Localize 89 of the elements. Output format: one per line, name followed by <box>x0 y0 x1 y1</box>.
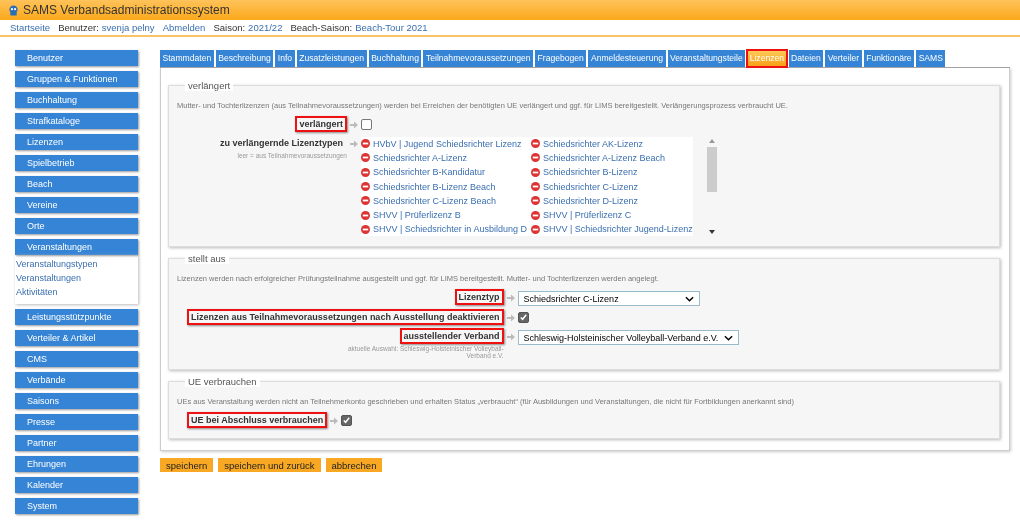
field-label: Lizenztyp <box>454 289 504 306</box>
sidebar-item[interactable]: Verbände <box>15 372 138 388</box>
tab[interactable]: Veranstaltungsteile <box>667 50 746 67</box>
sidebar-item[interactable]: Buchhaltung <box>15 92 138 108</box>
sidebar-item[interactable]: Orte <box>15 218 138 234</box>
field-label: verlängert <box>295 116 347 132</box>
checkbox[interactable] <box>517 312 529 324</box>
remove-icon[interactable] <box>361 167 370 177</box>
arrow-icon <box>506 294 515 303</box>
chevron-down-icon <box>684 295 694 302</box>
field-label: Lizenzen aus Teilnahmevoraussetzungen nach Ausstellung deaktivieren <box>187 309 504 326</box>
field-label: ausstellender Verband <box>399 328 504 345</box>
nav-label: Beach-Saison: <box>290 22 353 33</box>
tab[interactable]: Buchhaltung <box>368 50 422 67</box>
remove-icon[interactable] <box>530 139 540 149</box>
nav-link[interactable]: Beach-Tour 2021 <box>355 22 428 33</box>
sidebar-item[interactable]: Lizenzen <box>15 134 138 150</box>
action-button[interactable]: speichern und zurück <box>218 458 321 472</box>
checkbox[interactable] <box>361 119 372 130</box>
sidebar-item[interactable]: Benutzer <box>15 50 138 66</box>
sidebar-item[interactable]: Strafkataloge <box>15 113 138 129</box>
remove-icon[interactable] <box>530 196 540 206</box>
mascot-icon <box>8 4 19 16</box>
sidebar-item[interactable]: Saisons <box>15 393 138 409</box>
sidebar-item[interactable]: Partner <box>15 435 138 451</box>
remove-icon[interactable] <box>530 224 540 234</box>
arrow-icon <box>506 333 515 342</box>
submenu-link[interactable]: Veranstaltungstypen <box>16 258 136 271</box>
tab[interactable]: Fragebogen <box>535 50 587 67</box>
nav-label: Saison: <box>213 22 246 33</box>
tab[interactable]: Beschreibung <box>215 50 274 67</box>
app-title: SAMS Verbandsadministrationssystem <box>23 3 230 17</box>
arrow-icon <box>350 121 358 129</box>
sidebar-item[interactable]: Gruppen & Funktionen <box>15 71 138 87</box>
fieldset-legend: UE verbrauchen <box>185 376 260 388</box>
nav-link[interactable]: Abmelden <box>162 22 206 33</box>
tab[interactable]: Stammdaten <box>160 50 214 67</box>
remove-icon[interactable] <box>361 139 370 149</box>
field-label: zu verlängernde Lizenztypen <box>218 137 344 150</box>
tab[interactable]: SAMS <box>916 50 946 67</box>
chevron-down-icon <box>724 334 734 341</box>
remove-icon[interactable] <box>530 153 540 163</box>
tab[interactable]: Teilnahmevoraussetzungen <box>423 50 534 67</box>
remove-icon[interactable] <box>530 210 540 220</box>
submenu-link[interactable]: Aktivitäten <box>16 286 136 299</box>
remove-icon[interactable] <box>361 224 370 234</box>
sidebar-item[interactable]: Ehrungen <box>15 456 138 472</box>
arrow-icon <box>350 140 358 148</box>
sidebar-item[interactable]: Beach <box>15 176 138 192</box>
sidebar-item[interactable]: Kalender <box>15 477 138 493</box>
tab[interactable]: Info <box>275 50 295 67</box>
remove-icon[interactable] <box>530 182 540 192</box>
nav-link[interactable]: 2021/22 <box>248 22 283 33</box>
tab[interactable]: Anmeldesteuerung <box>588 50 666 67</box>
dropdown[interactable]: Schiedsrichter C-Lizenz <box>517 291 700 307</box>
sidebar-item[interactable]: System <box>15 498 138 514</box>
remove-icon[interactable] <box>361 182 370 192</box>
sidebar-item[interactable]: Presse <box>15 414 138 430</box>
scroll-down-icon[interactable] <box>708 230 715 235</box>
sidebar-item[interactable]: CMS <box>15 351 138 367</box>
sidebar-item[interactable]: Veranstaltungen <box>15 239 138 255</box>
license-item[interactable]: SHVV | Schiedsrichter Jugend-Lizenz <box>530 222 693 237</box>
sidebar-item[interactable]: Verteiler & Artikel <box>15 330 138 346</box>
submenu-link[interactable]: Veranstaltungen <box>16 272 136 285</box>
nav-label: Benutzer: <box>58 22 99 33</box>
checkbox[interactable] <box>341 415 353 427</box>
remove-icon[interactable] <box>361 153 370 163</box>
field-label: UE bei Abschluss verbrauchen <box>187 412 328 429</box>
dropdown[interactable]: Schleswig-Holsteinischer Volleyball-Verband e.V. <box>517 330 740 346</box>
fieldset-legend: verlängert <box>185 80 234 91</box>
sidebar-item[interactable]: Vereine <box>15 197 138 213</box>
arrow-icon <box>506 314 515 323</box>
scroll-up-icon[interactable] <box>708 139 715 143</box>
sidebar-item[interactable]: Spielbetrieb <box>15 155 138 171</box>
action-button[interactable]: speichern <box>160 458 214 472</box>
license-item[interactable]: SHVV | Schiedsrichter in Ausbildung D <box>361 222 527 237</box>
fieldset-legend: stellt aus <box>185 253 229 265</box>
tab[interactable]: Zusatzleistungen <box>296 50 367 67</box>
nav-link[interactable]: svenja pelny <box>101 22 155 33</box>
sidebar-item[interactable]: Leistungsstützpunkte <box>15 309 138 325</box>
action-button[interactable]: abbrechen <box>325 458 383 472</box>
tab[interactable]: Funktionäre <box>863 50 915 67</box>
arrow-icon <box>330 417 339 426</box>
remove-icon[interactable] <box>361 196 370 206</box>
tab[interactable]: Dateien <box>788 50 824 67</box>
nav-link[interactable]: Startseite <box>10 22 51 33</box>
remove-icon[interactable] <box>530 167 540 177</box>
tab[interactable]: Verteiler <box>825 50 862 67</box>
remove-icon[interactable] <box>361 210 370 220</box>
